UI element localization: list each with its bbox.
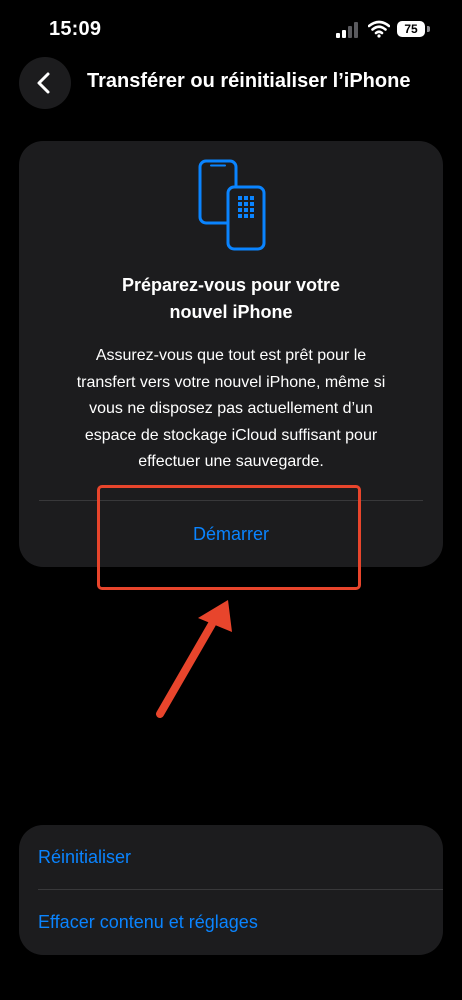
reset-button[interactable]: Réinitialiser <box>38 847 131 868</box>
card-description-line: transfert vers votre nouvel iPhone, même… <box>76 373 386 391</box>
card-description-line: vous ne disposez pas actuellement d’un <box>89 400 373 417</box>
card-title: Préparez-vous pour votre nouvel iPhone <box>43 272 419 326</box>
erase-all-content-button[interactable]: Effacer contenu et réglages <box>38 912 258 933</box>
arrow-annotation-icon <box>156 600 232 718</box>
battery-tip <box>427 26 430 32</box>
divider <box>38 889 443 890</box>
card-title-line: Préparez-vous pour votre <box>121 275 341 295</box>
wifi-icon <box>368 20 390 38</box>
back-button[interactable] <box>19 57 71 109</box>
signal-icon <box>336 22 358 38</box>
chevron-left-icon <box>37 72 50 94</box>
highlight-box <box>97 485 361 590</box>
status-time: 15:09 <box>49 18 102 40</box>
card-description-line: Assurez-vous que tout est prêt pour le <box>95 347 367 364</box>
battery-icon: 75 <box>397 20 431 38</box>
card-description: Assurez-vous que tout est prêt pour le t… <box>49 343 413 476</box>
card-description-line: espace de stockage iCloud suffisant pour <box>84 426 378 444</box>
battery-level: 75 <box>397 21 425 37</box>
status-bar: 15:09 75 <box>0 0 462 60</box>
reset-card: Réinitialiser Effacer contenu et réglage… <box>19 825 443 955</box>
card-title-line: nouvel iPhone <box>169 302 293 322</box>
devices-transfer-icon <box>198 159 266 251</box>
card-description-line: effectuer une sauvegarde. <box>138 453 324 470</box>
page-title: Transférer ou réinitialiser l’iPhone <box>87 70 411 92</box>
